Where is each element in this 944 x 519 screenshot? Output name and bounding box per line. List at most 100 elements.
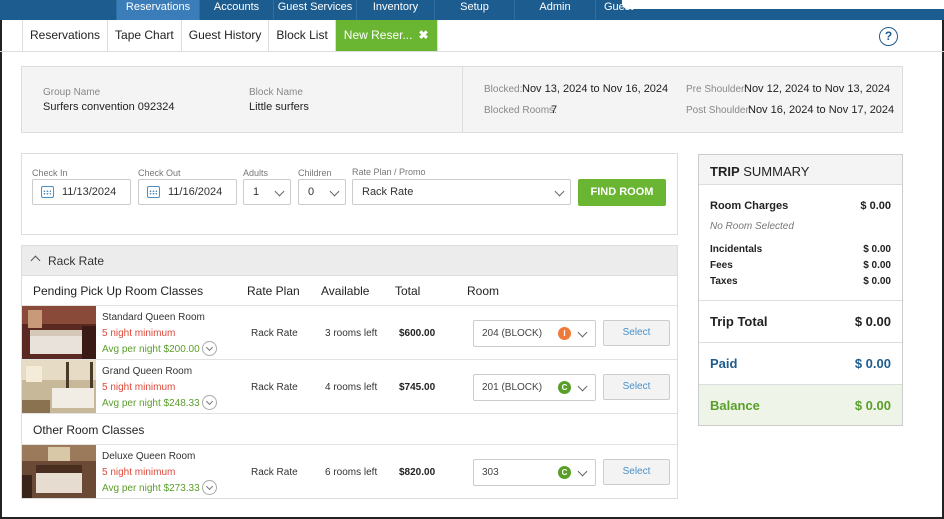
nav-inventory[interactable]: Inventory <box>356 0 434 20</box>
room-minimum: 5 night minimum <box>102 467 176 478</box>
blocked-value: Nov 13, 2024 to Nov 16, 2024 <box>522 83 669 95</box>
balance-label: Balance <box>710 398 760 413</box>
rate-accordion-header[interactable]: Rack Rate <box>22 246 677 276</box>
nav-setup[interactable]: Setup <box>434 0 514 20</box>
blocked-label: Blocked: <box>484 84 523 95</box>
brand-logo <box>0 0 116 20</box>
help-icon[interactable]: ? <box>879 27 898 46</box>
calendar-icon[interactable] <box>41 186 54 198</box>
chevron-up-icon <box>30 255 41 266</box>
tab-reservations[interactable]: Reservations <box>22 20 109 51</box>
chevron-down-icon <box>577 327 588 338</box>
trip-summary-title: TRIP SUMMARY <box>699 155 902 185</box>
divider <box>462 67 463 132</box>
status-badge: C <box>558 466 571 479</box>
blocked-rooms-label: Blocked Rooms: <box>484 105 557 116</box>
total-cell: $745.00 <box>399 382 436 393</box>
room-results: Rack Rate Pending Pick Up Room Classes R… <box>21 245 678 499</box>
divider <box>22 359 677 360</box>
trip-summary-title-bold: TRIP <box>710 164 740 179</box>
check-out-label: Check Out <box>138 168 181 178</box>
divider <box>22 305 677 306</box>
select-room-button[interactable]: Select <box>603 320 670 346</box>
chevron-down-icon[interactable] <box>202 480 217 495</box>
room-photo-deluxe-queen <box>22 445 96 498</box>
chevron-down-icon[interactable] <box>202 341 217 356</box>
column-available: Available <box>321 284 370 298</box>
select-room-button[interactable]: Select <box>603 459 670 485</box>
room-minimum: 5 night minimum <box>102 382 176 393</box>
column-total: Total <box>395 284 421 298</box>
column-rate-plan: Rate Plan <box>247 284 300 298</box>
pending-section-title: Pending Pick Up Room Classes <box>33 284 204 298</box>
check-in-field[interactable]: 11/13/2024 <box>32 179 131 205</box>
taxes-label: Taxes <box>710 276 738 287</box>
rate-plan-cell: Rack Rate <box>251 328 298 339</box>
trip-summary-panel: TRIP SUMMARY Room Charges $ 0.00 No Room… <box>698 154 903 426</box>
adults-label: Adults <box>243 168 269 178</box>
block-name-value: Little surfers <box>249 101 309 113</box>
room-search-form: Check In 11/13/2024 Check Out 11/16/2024… <box>21 153 678 235</box>
room-select[interactable]: 303 C <box>473 459 596 486</box>
status-badge: C <box>558 381 571 394</box>
check-out-field[interactable]: 11/16/2024 <box>138 179 237 205</box>
balance-value: $ 0.00 <box>854 398 891 413</box>
rate-plan-cell: Rack Rate <box>251 467 298 478</box>
rate-plan-cell: Rack Rate <box>251 382 298 393</box>
fees-value: $ 0.00 <box>863 260 891 271</box>
select-room-button[interactable]: Select <box>603 374 670 400</box>
other-section-title: Other Room Classes <box>33 423 145 437</box>
chevron-down-icon <box>577 381 588 392</box>
children-value: 0 <box>308 186 315 198</box>
post-shoulder-label: Post Shoulder: <box>686 105 752 116</box>
nav-accounts[interactable]: Accounts <box>199 0 273 20</box>
find-room-button[interactable]: FIND ROOM <box>578 179 666 206</box>
tab-guest-history[interactable]: Guest History <box>182 20 270 51</box>
block-name-label: Block Name <box>249 87 303 98</box>
no-room-selected: No Room Selected <box>710 221 794 232</box>
chevron-down-icon <box>274 186 285 197</box>
children-select[interactable]: 0 <box>298 179 346 205</box>
room-select-value: 303 <box>482 467 499 478</box>
incidentals-value: $ 0.00 <box>863 244 891 255</box>
room-select[interactable]: 204 (BLOCK) I <box>473 320 596 347</box>
room-select[interactable]: 201 (BLOCK) C <box>473 374 596 401</box>
available-cell: 6 rooms left <box>325 467 378 478</box>
incidentals-label: Incidentals <box>710 244 763 255</box>
paid-label: Paid <box>710 356 738 371</box>
room-name: Standard Queen Room <box>102 312 205 323</box>
room-select-value: 201 (BLOCK) <box>482 382 543 393</box>
children-label: Children <box>298 168 332 178</box>
available-cell: 3 rooms left <box>325 328 378 339</box>
check-in-value: 11/13/2024 <box>62 186 117 198</box>
total-cell: $600.00 <box>399 328 436 339</box>
pre-shoulder-value: Nov 12, 2024 to Nov 13, 2024 <box>744 83 891 95</box>
room-photo-grand-queen <box>22 360 96 413</box>
post-shoulder-value: Nov 16, 2024 to Nov 17, 2024 <box>748 104 895 116</box>
chevron-down-icon <box>577 466 588 477</box>
pre-shoulder-label: Pre Shoulder: <box>686 84 748 95</box>
check-in-label: Check In <box>32 168 68 178</box>
room-charges-value: $ 0.00 <box>860 200 891 212</box>
room-photo-standard-queen <box>22 306 96 359</box>
blocked-rooms-value: 7 <box>551 104 558 116</box>
group-name-value: Surfers convention 092324 <box>43 101 175 113</box>
tab-new-reservation[interactable]: New Reser... ✖ <box>335 20 438 51</box>
group-info-panel: Group Name Surfers convention 092324 Blo… <box>21 66 903 133</box>
nav-reservations[interactable]: Reservations <box>116 0 199 20</box>
calendar-icon[interactable] <box>147 186 160 198</box>
tab-tape-chart[interactable]: Tape Chart <box>108 20 182 51</box>
chevron-down-icon[interactable] <box>202 395 217 410</box>
rate-plan-label: Rate Plan / Promo <box>352 167 426 177</box>
divider <box>22 413 677 414</box>
close-icon[interactable]: ✖ <box>418 28 428 42</box>
nav-guest-services[interactable]: Guest Services <box>273 0 356 20</box>
room-charges-label: Room Charges <box>710 200 789 212</box>
chevron-down-icon <box>554 186 565 197</box>
balance-section: Balance $ 0.00 <box>699 384 902 425</box>
nav-admin[interactable]: Admin <box>514 0 595 20</box>
tab-block-list[interactable]: Block List <box>269 20 336 51</box>
adults-select[interactable]: 1 <box>243 179 291 205</box>
rate-plan-select[interactable]: Rack Rate <box>352 179 571 205</box>
room-avg-per-night: Avg per night $248.33 <box>102 398 200 409</box>
